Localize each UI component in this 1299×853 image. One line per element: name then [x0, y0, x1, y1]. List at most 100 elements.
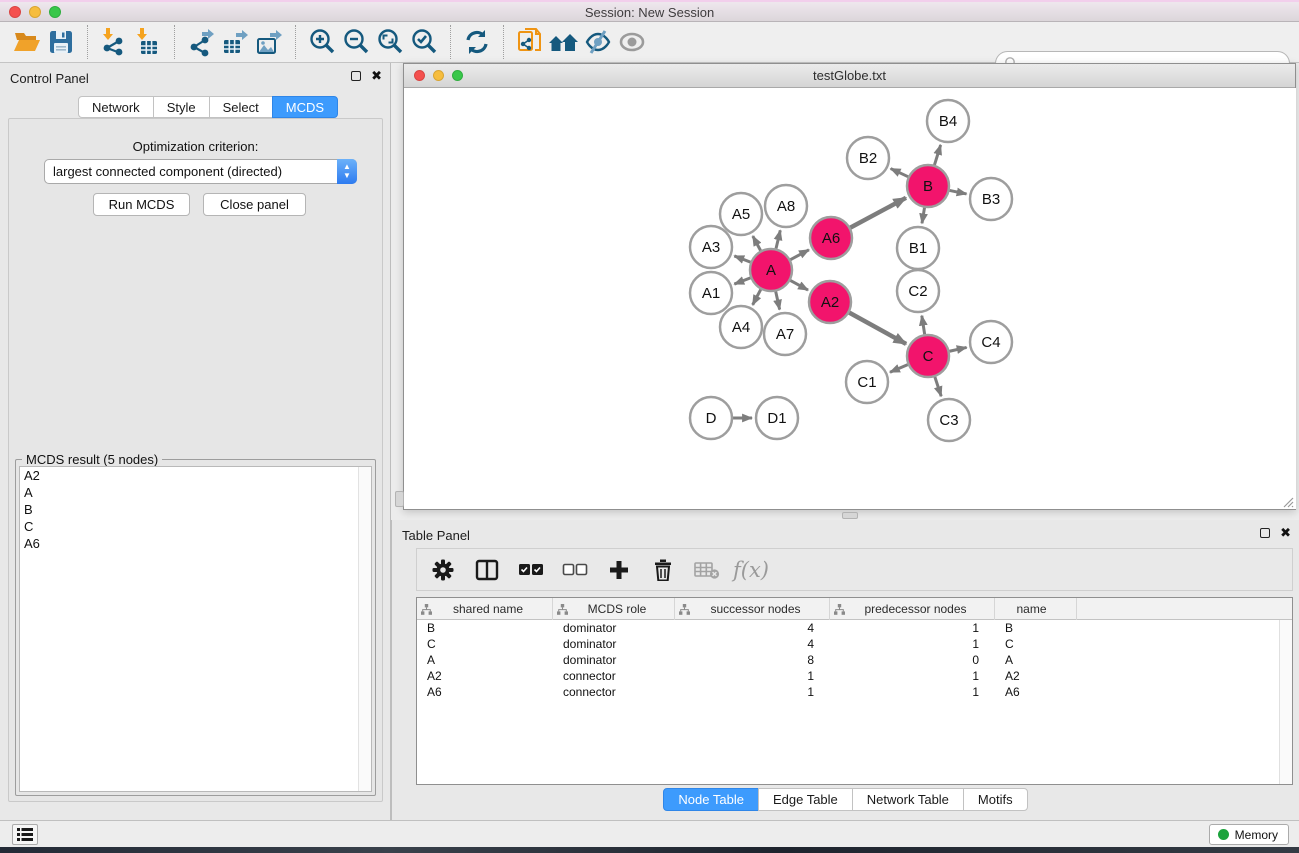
network-snapshot-icon[interactable]: [513, 25, 547, 59]
graph-node-C3[interactable]: C3: [928, 399, 970, 441]
tab-mcds[interactable]: MCDS: [272, 96, 338, 118]
graph-edge-A6-B[interactable]: [850, 198, 906, 228]
network-canvas[interactable]: B4B2BB3A5A8A6A3AB1A1C2A2A4A7CC4C1C3DD1: [405, 88, 1296, 509]
table-row[interactable]: A2connector11A2: [417, 668, 1279, 684]
graph-node-C[interactable]: C: [907, 335, 949, 377]
export-table-icon[interactable]: [218, 25, 252, 59]
show-graphics-details-icon[interactable]: [615, 25, 649, 59]
network-window-titlebar[interactable]: testGlobe.txt: [404, 64, 1295, 88]
graph-edge-A-A8[interactable]: [776, 230, 780, 248]
graph-edge-A-A4[interactable]: [753, 289, 761, 304]
graph-node-A1[interactable]: A1: [690, 272, 732, 314]
graph-edge-A-A7[interactable]: [776, 291, 780, 309]
graph-node-A5[interactable]: A5: [720, 193, 762, 235]
table-row[interactable]: Adominator80A: [417, 652, 1279, 668]
graph-edge-A-A2[interactable]: [790, 280, 808, 290]
vertical-divider-grip[interactable]: [395, 491, 404, 507]
graph-node-A7[interactable]: A7: [764, 313, 806, 355]
result-item[interactable]: A: [20, 484, 371, 501]
hide-visual-mapping-icon[interactable]: [581, 25, 615, 59]
column-header-name[interactable]: name: [995, 598, 1077, 620]
result-item[interactable]: B: [20, 501, 371, 518]
column-header-shared-name[interactable]: shared name: [417, 598, 553, 620]
graph-edge-A-A6[interactable]: [790, 250, 809, 260]
tab-node-table[interactable]: Node Table: [663, 788, 759, 811]
table-scrollbar[interactable]: [1279, 620, 1292, 784]
tab-network-table[interactable]: Network Table: [852, 788, 964, 811]
column-panel-icon[interactable]: [473, 557, 501, 583]
tab-motifs[interactable]: Motifs: [963, 788, 1028, 811]
settings-gear-icon[interactable]: [429, 557, 457, 583]
graph-node-B4[interactable]: B4: [927, 100, 969, 142]
graph-node-B3[interactable]: B3: [970, 178, 1012, 220]
graph-node-A6[interactable]: A6: [810, 217, 852, 259]
criterion-dropdown[interactable]: largest connected component (directed) ▲…: [44, 159, 357, 184]
graph-node-A2[interactable]: A2: [809, 281, 851, 323]
graph-node-B[interactable]: B: [907, 165, 949, 207]
graph-node-D[interactable]: D: [690, 397, 732, 439]
graph-edge-C-C4[interactable]: [949, 347, 966, 351]
graph-node-A[interactable]: A: [750, 249, 792, 291]
graph-node-C2[interactable]: C2: [897, 270, 939, 312]
resize-grip-icon[interactable]: [1282, 496, 1294, 508]
graph-edge-A-A5[interactable]: [753, 236, 761, 251]
network-window[interactable]: testGlobe.txt B4B2BB3A5A8A6A3AB1A1C2A2A4…: [403, 63, 1296, 510]
graph-edge-A2-C[interactable]: [849, 313, 906, 344]
zoom-fit-icon[interactable]: [373, 25, 407, 59]
graph-node-C1[interactable]: C1: [846, 361, 888, 403]
mcds-result-list[interactable]: A2ABCA6: [19, 466, 372, 792]
table-row[interactable]: Cdominator41C: [417, 636, 1279, 652]
table-row[interactable]: A6connector11A6: [417, 684, 1279, 700]
export-image-icon[interactable]: [252, 25, 286, 59]
zoom-selected-icon[interactable]: [407, 25, 441, 59]
result-item[interactable]: A2: [20, 467, 371, 484]
horizontal-divider-grip[interactable]: [842, 512, 858, 519]
close-panel-icon[interactable]: ✖: [1280, 528, 1291, 538]
graph-edge-B-B3[interactable]: [950, 190, 967, 194]
delete-column-icon[interactable]: [649, 557, 677, 583]
tab-style[interactable]: Style: [153, 96, 210, 118]
table-row[interactable]: Bdominator41B: [417, 620, 1279, 636]
graph-node-A3[interactable]: A3: [690, 226, 732, 268]
column-header-MCDS-role[interactable]: MCDS role: [553, 598, 675, 620]
result-list-scrollbar[interactable]: [358, 467, 371, 791]
result-item[interactable]: A6: [20, 535, 371, 552]
memory-button[interactable]: Memory: [1209, 824, 1289, 845]
task-history-button[interactable]: [12, 824, 38, 845]
column-header-successor-nodes[interactable]: successor nodes: [675, 598, 830, 620]
close-panel-icon[interactable]: ✖: [371, 71, 382, 81]
graph-node-B2[interactable]: B2: [847, 137, 889, 179]
close-panel-button[interactable]: Close panel: [203, 193, 306, 216]
add-column-icon[interactable]: [605, 557, 633, 583]
tab-select[interactable]: Select: [209, 96, 273, 118]
graph-node-D1[interactable]: D1: [756, 397, 798, 439]
float-panel-icon[interactable]: [1260, 528, 1270, 538]
import-table-icon[interactable]: [131, 25, 165, 59]
graph-edge-C-C3[interactable]: [935, 377, 941, 396]
refresh-icon[interactable]: [460, 25, 494, 59]
save-session-icon[interactable]: [44, 25, 78, 59]
graph-edge-B-B1[interactable]: [922, 208, 925, 224]
graph-edge-C-C2[interactable]: [922, 316, 925, 335]
home-layout-icon[interactable]: [547, 25, 581, 59]
graph-node-A4[interactable]: A4: [720, 306, 762, 348]
export-network-icon[interactable]: [184, 25, 218, 59]
column-header-predecessor-nodes[interactable]: predecessor nodes: [830, 598, 995, 620]
graph-edge-A-A1[interactable]: [734, 278, 750, 284]
graph-edge-B-B2[interactable]: [891, 169, 908, 177]
graph-edge-A-A3[interactable]: [734, 256, 750, 262]
zoom-in-icon[interactable]: [305, 25, 339, 59]
graph-node-A8[interactable]: A8: [765, 185, 807, 227]
tab-network[interactable]: Network: [78, 96, 154, 118]
float-panel-icon[interactable]: [351, 71, 361, 81]
zoom-out-icon[interactable]: [339, 25, 373, 59]
graph-node-C4[interactable]: C4: [970, 321, 1012, 363]
graph-edge-C-C1[interactable]: [890, 365, 908, 373]
import-network-icon[interactable]: [97, 25, 131, 59]
graph-edge-B-B4[interactable]: [934, 145, 940, 165]
run-mcds-button[interactable]: Run MCDS: [93, 193, 190, 216]
select-all-icon[interactable]: [517, 557, 545, 583]
tab-edge-table[interactable]: Edge Table: [758, 788, 853, 811]
open-file-icon[interactable]: [10, 25, 44, 59]
result-item[interactable]: C: [20, 518, 371, 535]
